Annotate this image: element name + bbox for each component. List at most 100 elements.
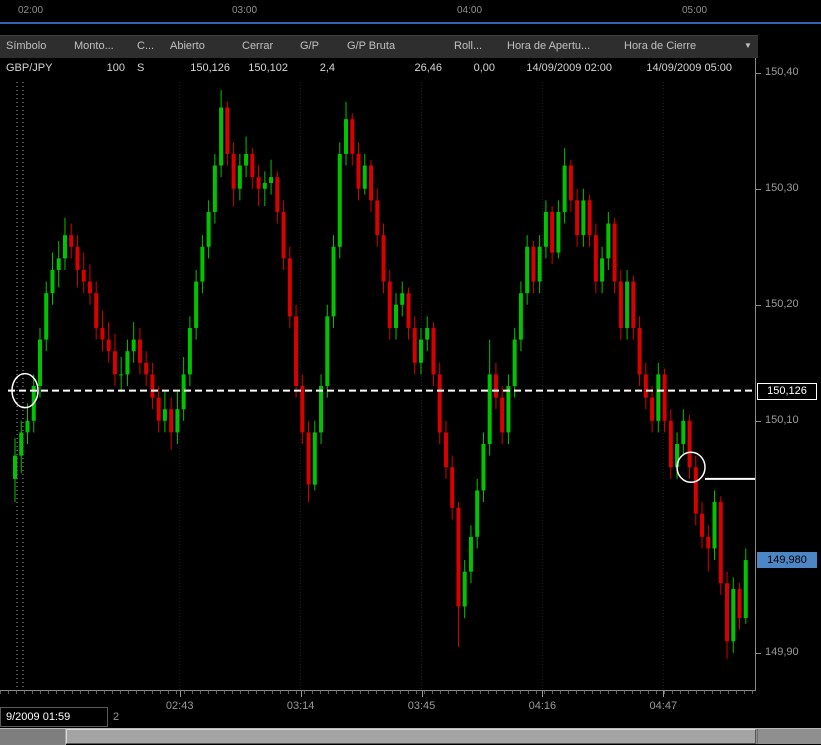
column-header[interactable]: Abierto: [164, 36, 236, 58]
minor-tick: [432, 691, 433, 694]
minor-tick: [216, 691, 217, 694]
column-header[interactable]: Hora de Cierre: [618, 36, 738, 58]
candle-body: [144, 363, 148, 375]
candle-body: [94, 293, 98, 328]
minor-tick: [352, 691, 353, 694]
candle-body: [369, 166, 373, 201]
minor-tick: [88, 691, 89, 694]
time-tick-label: 04:47: [650, 700, 678, 712]
candle-body: [25, 421, 29, 433]
minor-tick: [656, 691, 657, 694]
column-header[interactable]: C...: [131, 36, 164, 58]
column-chooser-icon[interactable]: ▼: [738, 36, 758, 58]
time-tick-label: 03:14: [287, 700, 315, 712]
candle-body: [444, 432, 448, 467]
candle-body: [519, 293, 523, 339]
column-header[interactable]: G/P Bruta: [341, 36, 448, 58]
chart-scrollbar[interactable]: [0, 728, 821, 744]
candle-body: [350, 119, 354, 154]
candle-body: [556, 212, 560, 253]
candle-body: [694, 467, 698, 513]
minor-tick: [32, 691, 33, 694]
position-row[interactable]: GBP/JPY100S150,126150,1022,426,460,0014/…: [0, 58, 758, 79]
candle-body: [706, 537, 710, 549]
column-header[interactable]: Símbolo: [0, 36, 68, 58]
positions-table-header: SímboloMonto...C...AbiertoCerrarG/PG/P B…: [0, 35, 758, 59]
candle-body: [631, 282, 635, 328]
price-tick: [756, 421, 761, 422]
entry-price-label: 150,126: [757, 383, 817, 400]
price-tick: [756, 653, 761, 654]
minor-tick: [624, 691, 625, 694]
minor-tick: [104, 691, 105, 694]
column-header[interactable]: Monto...: [68, 36, 131, 58]
minor-tick: [568, 691, 569, 694]
candle-body: [563, 166, 567, 212]
price-tick-label: 149,90: [765, 646, 799, 658]
minor-tick: [456, 691, 457, 694]
position-cell: 150,102: [236, 58, 294, 79]
time-tick-label: 02:43: [166, 700, 194, 712]
minor-tick: [184, 691, 185, 694]
candle-body: [232, 154, 236, 189]
current-price-label: 149,980: [757, 552, 817, 568]
candle-body: [263, 183, 267, 189]
position-cell: 150,126: [164, 58, 236, 79]
candle-body: [513, 340, 517, 386]
candle-body: [419, 340, 423, 363]
position-cell: 100: [68, 58, 131, 79]
price-axis[interactable]: 150,40150,30150,20150,10149,90: [755, 58, 821, 691]
minor-tick: [96, 691, 97, 694]
cursor-time-label: 9/2009 01:59: [0, 707, 108, 727]
candle-body: [431, 328, 435, 374]
scrollbar-thumb[interactable]: [66, 729, 756, 744]
candle-body: [394, 305, 398, 328]
candle-body: [713, 502, 717, 548]
candle-body: [200, 247, 204, 282]
candle-body: [125, 351, 129, 374]
candle-body: [88, 282, 92, 294]
minor-tick: [320, 691, 321, 694]
column-header[interactable]: Hora de Apertu...: [501, 36, 618, 58]
minor-tick: [296, 691, 297, 694]
candle-body: [656, 374, 660, 420]
minor-tick: [688, 691, 689, 694]
minor-tick: [560, 691, 561, 694]
minor-tick: [680, 691, 681, 694]
time-tick-label: 03:45: [408, 700, 436, 712]
candle-body: [257, 177, 261, 189]
candle-body: [600, 258, 604, 281]
candle-body: [700, 514, 704, 537]
position-cell: 2,4: [294, 58, 341, 79]
price-tick: [756, 73, 761, 74]
candle-body: [581, 200, 585, 235]
candle-body: [575, 200, 579, 235]
candle-body: [182, 374, 186, 409]
pane-splitter[interactable]: [0, 22, 821, 24]
price-chart[interactable]: [8, 82, 755, 690]
candle-body: [157, 398, 161, 421]
candlestick-chart[interactable]: [8, 82, 755, 690]
column-header[interactable]: G/P: [294, 36, 341, 58]
minor-tick: [496, 691, 497, 694]
minor-tick: [40, 691, 41, 694]
candle-body: [606, 224, 610, 259]
candle-body: [494, 374, 498, 397]
upper-time-axis: 02:0003:0004:0005:00: [0, 0, 821, 22]
upper-time-label: 02:00: [18, 5, 43, 16]
price-tick: [756, 189, 761, 190]
minor-tick: [536, 691, 537, 694]
minor-tick: [344, 691, 345, 694]
candle-body: [619, 282, 623, 328]
candle-body: [282, 212, 286, 258]
scrollbar-track-left[interactable]: [0, 729, 66, 745]
position-cell: 14/09/2009 02:00: [501, 58, 618, 79]
position-cell: 0,00: [448, 58, 501, 79]
candle-body: [119, 374, 123, 375]
column-header[interactable]: Roll...: [448, 36, 501, 58]
minor-tick: [256, 691, 257, 694]
candle-body: [425, 328, 429, 340]
minor-tick: [176, 691, 177, 694]
column-header[interactable]: Cerrar: [236, 36, 294, 58]
candle-body: [544, 212, 548, 247]
